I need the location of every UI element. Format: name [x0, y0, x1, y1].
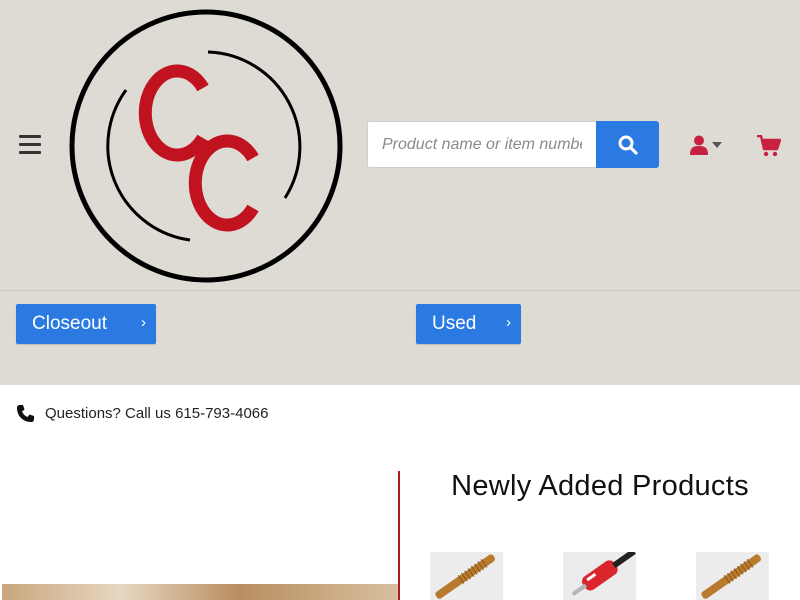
- rod-handle-image: [563, 552, 636, 600]
- chevron-right-icon: ›: [141, 314, 146, 331]
- hero-image: [2, 584, 398, 600]
- category-bar: Closeout › Used ›: [0, 290, 800, 385]
- account-menu[interactable]: [690, 134, 724, 156]
- used-label: Used: [432, 313, 477, 334]
- bore-brush-image: [696, 552, 769, 600]
- shopping-cart-icon[interactable]: [757, 135, 781, 157]
- closeout-button[interactable]: Closeout ›: [16, 304, 156, 344]
- search-bar: [367, 121, 659, 168]
- contact-text[interactable]: Questions? Call us 615-793-4066: [45, 405, 268, 422]
- product-thumbnail[interactable]: [430, 552, 503, 600]
- newly-added-title: Newly Added Products: [451, 470, 749, 502]
- closeout-label: Closeout: [32, 313, 107, 334]
- contact-phone: Questions? Call us 615-793-4066: [16, 402, 268, 424]
- bore-brush-image: [430, 552, 503, 600]
- search-input[interactable]: [367, 121, 596, 168]
- phone-icon: [17, 404, 34, 422]
- search-button[interactable]: [596, 121, 659, 168]
- hamburger-menu-icon[interactable]: [19, 135, 41, 155]
- search-icon: [618, 135, 638, 155]
- chevron-right-icon: ›: [506, 314, 511, 331]
- site-logo[interactable]: [68, 8, 344, 284]
- used-button[interactable]: Used ›: [416, 304, 521, 344]
- user-icon: [690, 135, 708, 155]
- product-thumbnail[interactable]: [563, 552, 636, 600]
- site-header: [0, 0, 800, 290]
- product-thumbnail[interactable]: [696, 552, 769, 600]
- caret-down-icon: [712, 142, 722, 148]
